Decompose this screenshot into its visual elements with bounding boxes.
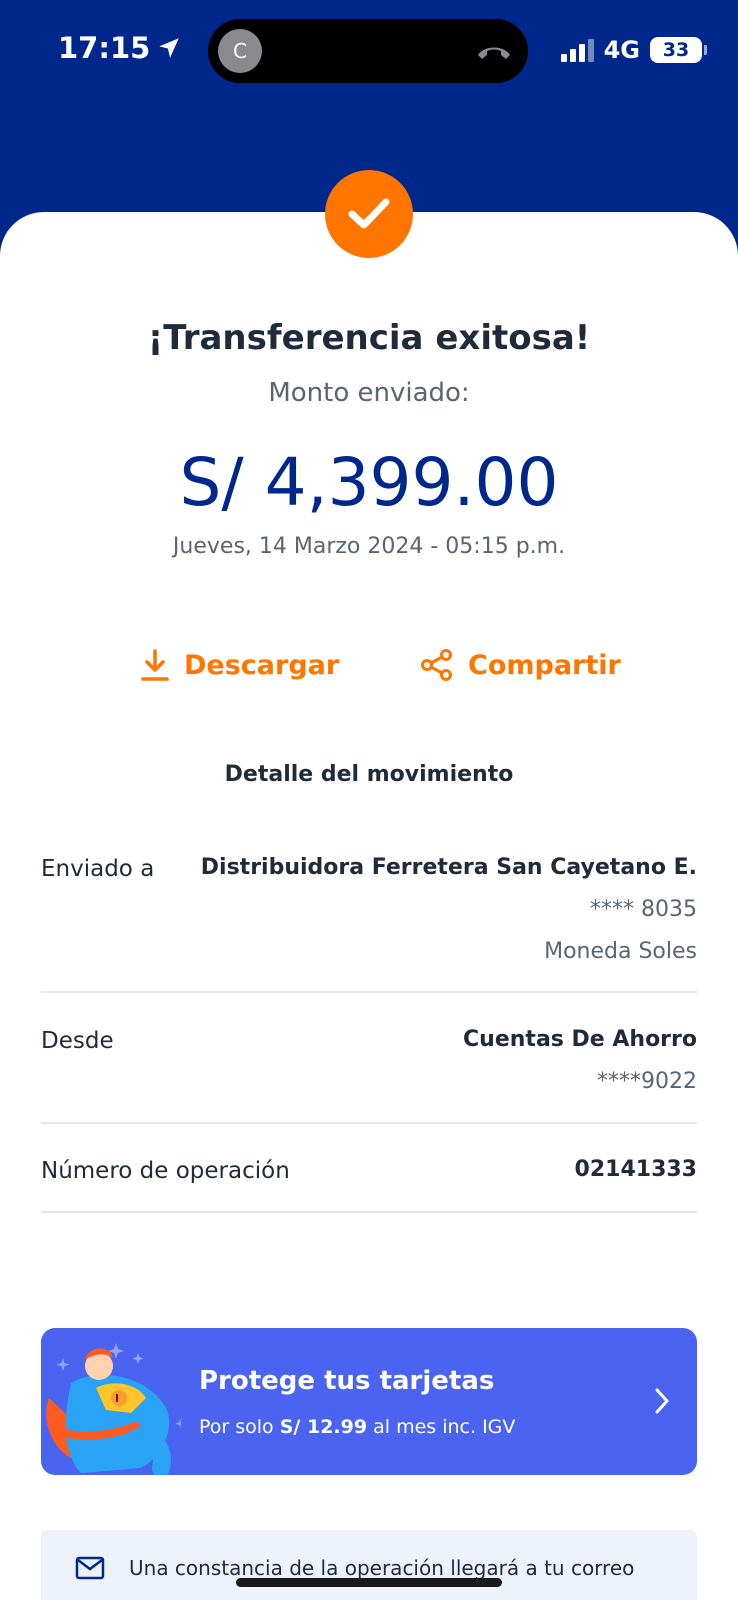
operation-number: 02141333 bbox=[574, 1157, 697, 1182]
superhero-illustration bbox=[46, 1343, 181, 1475]
download-label: Descargar bbox=[184, 649, 340, 681]
check-icon bbox=[348, 198, 390, 229]
sent-to-label: Enviado a bbox=[41, 856, 155, 882]
success-title: ¡Transferencia exitosa! bbox=[147, 318, 591, 358]
detail-row-operation: Número de operación 02141333 bbox=[41, 1156, 697, 1213]
location-arrow-icon bbox=[159, 38, 180, 58]
status-indicators: 4G 33 bbox=[560, 36, 707, 64]
operation-label: Número de operación bbox=[41, 1158, 290, 1184]
chevron-right-icon bbox=[655, 1388, 669, 1414]
share-icon bbox=[421, 649, 452, 681]
battery-icon: 33 bbox=[650, 37, 707, 63]
recipient-currency: Moneda Soles bbox=[544, 939, 697, 964]
battery-level: 33 bbox=[662, 39, 690, 61]
transfer-date: Jueves, 14 Marzo 2024 - 05:15 p.m. bbox=[172, 534, 566, 559]
network-type: 4G bbox=[603, 36, 640, 64]
detail-row-sent-to: Enviado a Distribuidora Ferretera San Ca… bbox=[41, 854, 697, 993]
amount-caption: Monto enviado: bbox=[268, 378, 470, 408]
home-indicator[interactable] bbox=[236, 1578, 502, 1587]
transfer-amount: S/ 4,399.00 bbox=[179, 444, 559, 521]
download-button[interactable]: Descargar bbox=[140, 648, 339, 682]
phone-hangup-icon[interactable] bbox=[474, 37, 514, 65]
recipient-account: **** 8035 bbox=[590, 897, 697, 922]
download-icon bbox=[141, 649, 169, 681]
promo-title: Protege tus tarjetas bbox=[199, 1366, 495, 1396]
detail-section-title: Detalle del movimiento bbox=[224, 762, 514, 787]
dynamic-island[interactable]: C bbox=[208, 19, 528, 83]
sent-to-values: Distribuidora Ferretera San Cayetano E. … bbox=[201, 854, 697, 966]
promo-subtitle: Por solo S/ 12.99 al mes inc. IGV bbox=[199, 1416, 515, 1438]
email-notice: Una constancia de la operación llegará a… bbox=[41, 1530, 697, 1600]
caller-avatar: C bbox=[218, 29, 262, 73]
promo-price: S/ 12.99 bbox=[279, 1416, 368, 1438]
recipient-name: Distribuidora Ferretera San Cayetano E. bbox=[200, 855, 697, 880]
from-label: Desde bbox=[41, 1028, 114, 1054]
share-button[interactable]: Compartir bbox=[420, 648, 621, 682]
source-account: ****9022 bbox=[597, 1069, 697, 1094]
share-label: Compartir bbox=[468, 649, 621, 681]
operation-values: 02141333 bbox=[575, 1156, 697, 1184]
promo-sub-prefix: Por solo bbox=[199, 1416, 274, 1438]
clock: 17:15 bbox=[58, 31, 151, 65]
signal-icon bbox=[560, 38, 594, 62]
card-protection-banner[interactable]: Protege tus tarjetas Por solo S/ 12.99 a… bbox=[41, 1328, 697, 1475]
status-time: 17:15 bbox=[58, 31, 182, 65]
mail-icon bbox=[75, 1556, 105, 1580]
from-values: Cuentas De Ahorro ****9022 bbox=[463, 1026, 697, 1096]
promo-sub-suffix: al mes inc. IGV bbox=[373, 1416, 516, 1438]
success-badge bbox=[325, 170, 413, 258]
detail-row-from: Desde Cuentas De Ahorro ****9022 bbox=[41, 1026, 697, 1124]
source-account-type: Cuentas De Ahorro bbox=[463, 1027, 697, 1052]
status-bar: 17:15 C 4G 33 bbox=[0, 0, 738, 100]
